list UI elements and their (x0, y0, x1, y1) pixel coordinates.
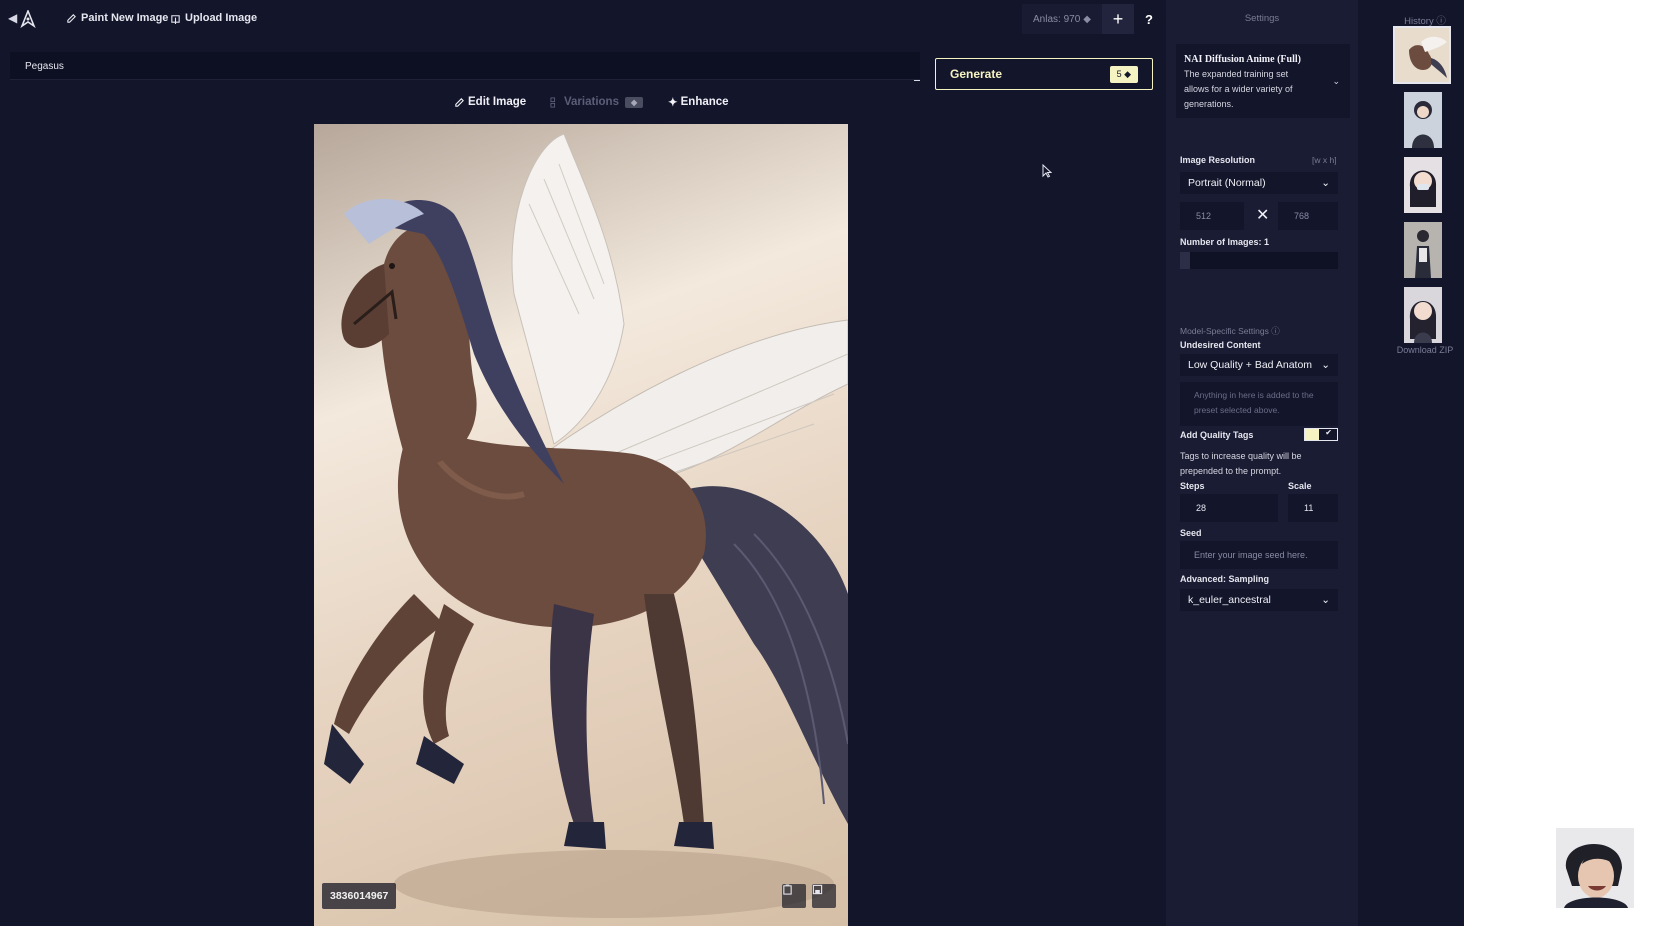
history-thumbnail-1[interactable] (1404, 92, 1442, 148)
history-thumbnail-4[interactable] (1404, 287, 1442, 343)
chevron-down-icon: ⌄ (1321, 594, 1330, 606)
toggle-knob (1305, 429, 1319, 440)
download-zip-button[interactable]: Download ZIP (1386, 345, 1464, 355)
prompt-resize-handle[interactable] (914, 80, 920, 81)
scale-label: Scale (1288, 481, 1312, 491)
generate-label: Generate (950, 67, 1003, 81)
seed-label: Seed (1180, 528, 1202, 538)
model-name: NAI Diffusion Anime (Full) (1184, 54, 1301, 65)
save-image-button[interactable] (812, 884, 836, 908)
anlas-balance: Anlas: 970 ◆ (1022, 4, 1102, 34)
generated-image[interactable]: 3836014967 (314, 124, 848, 926)
resolution-preset-select[interactable]: Portrait (Normal) ⌄ (1180, 172, 1338, 194)
check-icon: ✔ (1325, 428, 1332, 437)
variations-button[interactable]: Variations ◆ (550, 92, 644, 112)
copy-image-button[interactable] (782, 884, 806, 908)
height-input[interactable]: 768 (1278, 202, 1338, 230)
novelai-logo-icon[interactable] (20, 10, 36, 28)
anime-character-standing-thumbnail (1404, 222, 1442, 278)
seed-input[interactable]: Enter your image seed here. (1180, 541, 1338, 569)
info-icon: ⓘ (1271, 326, 1280, 336)
pegasus-thumbnail (1395, 28, 1449, 82)
number-of-images-slider[interactable] (1180, 252, 1338, 269)
image-resolution-label: Image Resolution (1180, 155, 1256, 165)
resolution-hint: [w x h] (1312, 155, 1337, 165)
variations-label: Variations (564, 96, 619, 108)
number-of-images-text: Number of Images: (1180, 237, 1262, 247)
image-seed-label[interactable]: 3836014967 (322, 883, 397, 909)
paint-new-image-button[interactable]: Paint New Image (66, 12, 168, 24)
model-selector[interactable]: NAI Diffusion Anime (Full) The expanded … (1176, 44, 1350, 118)
multiply-icon: ✕ (1256, 207, 1270, 224)
steps-label: Steps (1180, 481, 1205, 491)
sparkle-icon: ✦ (668, 97, 678, 109)
pencil-icon (455, 97, 464, 107)
presenter-face (1556, 828, 1634, 908)
help-button[interactable]: ? (1138, 4, 1160, 34)
settings-heading: Settings (1244, 13, 1280, 24)
width-input[interactable]: 512 (1180, 202, 1244, 230)
upload-icon (171, 14, 180, 24)
anime-character-mask-thumbnail (1404, 157, 1442, 213)
undesired-content-textarea[interactable]: Anything in here is added to the preset … (1180, 382, 1338, 426)
number-of-images-label: Number of Images: 1 (1180, 237, 1269, 247)
quality-tags-description: Tags to increase quality will be prepend… (1180, 451, 1302, 476)
add-quality-tags-label: Add Quality Tags (1180, 430, 1254, 440)
history-heading: History ⓘ (1386, 13, 1464, 27)
generate-button[interactable]: Generate 5 ◆ (935, 58, 1153, 90)
top-bar: ◀ Paint New Image Upload Image Anlas: 97… (0, 0, 1164, 40)
generate-cost-badge: 5 ◆ (1109, 65, 1138, 83)
steps-input[interactable]: 28 (1180, 494, 1278, 522)
anlas-icon: ◆ (1083, 13, 1091, 25)
enhance-button[interactable]: ✦ Enhance (668, 92, 729, 112)
model-description: The expanded training set allows for a w… (1184, 69, 1293, 109)
slider-handle[interactable] (1180, 252, 1190, 269)
paint-new-image-label: Paint New Image (81, 12, 169, 24)
model-specific-settings-label: Model-Specific Settings ⓘ (1180, 325, 1280, 337)
chevron-down-icon: ⌄ (1332, 76, 1340, 86)
resolution-preset-value: Portrait (Normal) (1188, 177, 1266, 189)
prompt-input[interactable]: Pegasus (10, 52, 920, 80)
undesired-content-label: Undesired Content (1180, 340, 1261, 350)
webcam-overlay (1556, 828, 1634, 908)
app-window: ◀ Paint New Image Upload Image Anlas: 97… (0, 0, 1464, 926)
generate-cost: 5 (1116, 68, 1122, 79)
history-panel: History ⓘ Download ZIP (1386, 0, 1464, 926)
anlas-label: Anlas: 970 (1033, 13, 1081, 25)
history-thumbnail-2[interactable] (1404, 157, 1442, 213)
pegasus-illustration (324, 133, 848, 918)
mouse-cursor-icon (1042, 164, 1052, 178)
anime-character-thumbnail (1404, 92, 1442, 148)
history-thumbnail-3[interactable] (1404, 222, 1442, 278)
save-icon (812, 884, 823, 895)
copy-icon (783, 884, 792, 895)
history-thumbnail-pegasus[interactable] (1393, 26, 1451, 84)
variations-icon (550, 96, 556, 108)
upload-image-button[interactable]: Upload Image (170, 12, 257, 24)
purchase-anlas-button[interactable]: + (1102, 4, 1134, 34)
scale-input[interactable]: 11 (1288, 494, 1338, 522)
chevron-down-icon: ⌄ (1321, 359, 1330, 371)
enhance-label: Enhance (680, 96, 729, 108)
back-arrow-icon[interactable]: ◀ (8, 11, 17, 25)
edit-image-label: Edit Image (468, 96, 527, 108)
number-of-images-value: 1 (1264, 237, 1270, 247)
quality-tags-toggle[interactable]: ✔ (1304, 428, 1338, 441)
chevron-down-icon: ⌄ (1321, 177, 1330, 189)
undesired-content-select[interactable]: Low Quality + Bad Anatom ⌄ (1180, 354, 1338, 376)
sampling-label: Advanced: Sampling (1180, 574, 1270, 584)
pencil-icon (67, 13, 76, 23)
undesired-content-value: Low Quality + Bad Anatom (1188, 359, 1313, 371)
sampling-select[interactable]: k_euler_ancestral ⌄ (1180, 589, 1338, 611)
edit-image-button[interactable]: Edit Image (454, 92, 526, 112)
anime-character-portrait-thumbnail (1404, 287, 1442, 343)
upload-image-label: Upload Image (185, 12, 258, 24)
model-specific-settings-text: Model-Specific Settings (1180, 326, 1269, 336)
variations-cost-badge: ◆ (624, 96, 644, 108)
sampling-value: k_euler_ancestral (1188, 594, 1271, 606)
